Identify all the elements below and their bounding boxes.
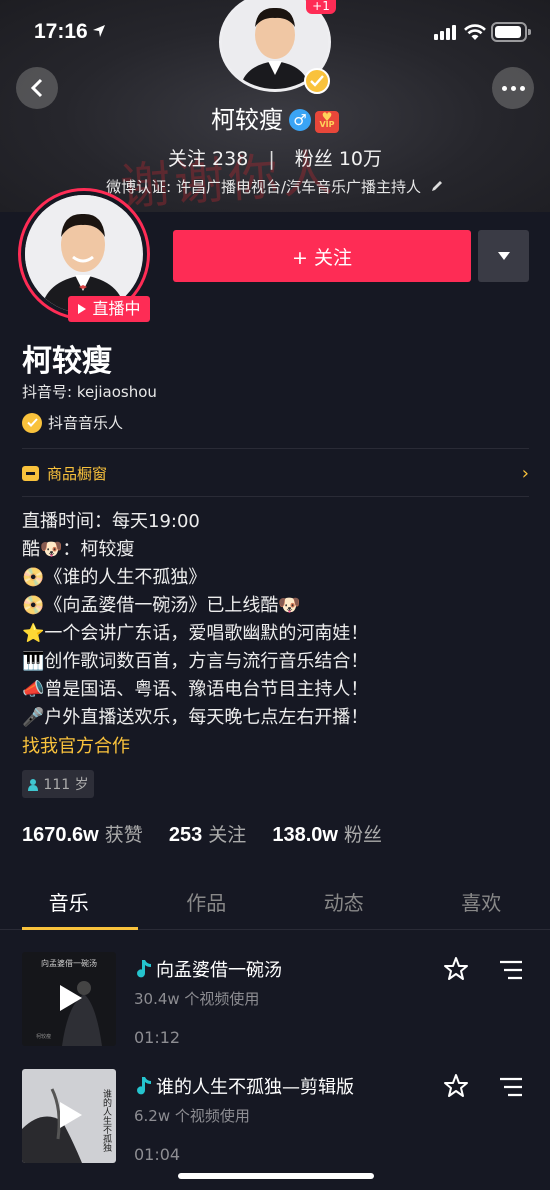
music-note-icon	[137, 960, 151, 978]
bio-line: 📀《谁的人生不孤独》	[22, 567, 207, 588]
bio-line: 🎤户外直播送欢乐，每天晚七点左右开播！	[22, 707, 369, 728]
music-note-icon	[137, 1077, 151, 1095]
cover-title: 向孟婆借一碗汤	[41, 958, 97, 968]
home-indicator[interactable]	[178, 1173, 374, 1179]
music-list-item[interactable]: 谁的人生不孤独 谁的人生不孤独—剪辑版 6.2w 个视频使用 01:04	[0, 1069, 550, 1169]
header-avatar-badge: +1	[306, 0, 336, 14]
age-tag: 111 岁	[22, 770, 94, 798]
fans-stat[interactable]: 138.0w 粉丝	[272, 824, 382, 846]
music-cover[interactable]: 谁的人生不孤独	[22, 1069, 116, 1163]
header-fans-count: 10万	[338, 148, 383, 170]
playlist-icon[interactable]	[498, 1077, 524, 1097]
divider	[22, 496, 529, 497]
cover-artist: 柯较瘦	[36, 1033, 51, 1040]
profile-tabs: 音乐 作品 动态 喜欢	[0, 878, 550, 930]
cover-title: 谁的人生不孤独	[101, 1089, 112, 1153]
music-usage-count: 6.2w 个视频使用	[134, 1107, 250, 1125]
vip-badge: VIP	[315, 103, 339, 133]
profile-header: 谢谢你人 17:16 +1 柯较瘦♂VIP 关注	[0, 0, 550, 212]
verified-musician-icon	[22, 412, 42, 433]
shop-icon	[22, 465, 39, 481]
following-stat[interactable]: 253 关注	[169, 824, 246, 846]
cellular-signal-icon	[434, 24, 456, 40]
playlist-icon[interactable]	[498, 960, 524, 980]
play-icon[interactable]	[58, 983, 84, 1013]
tab-music[interactable]: 音乐	[0, 878, 138, 930]
official-cooperation-link[interactable]: 找我官方合作	[22, 732, 130, 758]
music-cover[interactable]: 向孟婆借一碗汤 柯较瘦	[22, 952, 116, 1046]
header-following-count: 238	[212, 148, 249, 170]
music-title: 谁的人生不孤独—剪辑版	[156, 1077, 354, 1098]
pencil-icon	[431, 181, 442, 191]
header-name-row: 柯较瘦 ♂VIP	[0, 100, 550, 135]
person-icon	[28, 778, 39, 791]
chevron-right-icon: ›	[521, 462, 529, 484]
verified-icon	[304, 68, 330, 94]
play-icon	[78, 304, 87, 314]
bio-line: 🎹创作歌词数百首，方言与流行音乐结合！	[22, 651, 369, 672]
divider	[22, 448, 529, 449]
likes-stat[interactable]: 1670.6w 获赞	[22, 824, 143, 846]
triangle-down-icon	[497, 252, 510, 260]
profile-bio: 直播时间：每天19:00 酷🐶：柯较瘦 📀《谁的人生不孤独》 📀《向孟婆借一碗汤…	[22, 508, 368, 732]
shop-window-link[interactable]: 商品橱窗 ›	[22, 458, 529, 488]
profile-stats: 1670.6w 获赞 253 关注 138.0w 粉丝	[22, 820, 382, 847]
recommend-dropdown-button[interactable]	[478, 230, 529, 282]
music-list-item[interactable]: 向孟婆借一碗汤 柯较瘦 向孟婆借一碗汤 30.4w 个视频使用 01:12	[0, 952, 550, 1052]
header-username: 柯较瘦	[211, 106, 283, 134]
play-icon[interactable]	[58, 1100, 84, 1130]
douyin-id: 抖音号: kejiaoshou	[22, 383, 157, 401]
bio-line: ⭐一个会讲广东话，爱唱歌幽默的河南娃！	[22, 623, 369, 644]
status-time: 17:16	[34, 20, 88, 43]
tab-dynamics[interactable]: 动态	[275, 878, 413, 929]
header-follow-stats: 关注 238 | 粉丝 10万	[167, 148, 383, 170]
bio-line: 📀《向孟婆借一碗汤》已上线酷🐶	[22, 595, 301, 616]
location-arrow-icon	[93, 25, 105, 37]
person-avatar-icon	[25, 195, 141, 311]
tab-works[interactable]: 作品	[138, 878, 276, 929]
music-duration: 01:04	[134, 1145, 181, 1164]
star-icon[interactable]	[443, 1073, 469, 1099]
bio-line: 📣曾是国语、粤语、豫语电台节目主持人！	[22, 679, 369, 700]
follow-button[interactable]: + 关注	[173, 230, 471, 282]
musician-verification: 抖音音乐人	[22, 412, 123, 433]
profile-name: 柯较瘦	[22, 344, 112, 379]
bio-line: 酷🐶：柯较瘦	[22, 539, 135, 560]
wifi-icon	[464, 24, 486, 40]
music-duration: 01:12	[134, 1028, 181, 1047]
music-title: 向孟婆借一碗汤	[156, 960, 282, 981]
male-gender-icon: ♂	[289, 109, 311, 131]
tab-likes[interactable]: 喜欢	[413, 878, 550, 929]
star-icon[interactable]	[443, 956, 469, 982]
chevron-left-icon	[30, 78, 43, 98]
bio-line: 直播时间：每天19:00	[22, 511, 200, 532]
music-usage-count: 30.4w 个视频使用	[134, 990, 260, 1008]
live-status-badge[interactable]: 直播中	[68, 296, 150, 322]
battery-icon	[491, 22, 531, 42]
